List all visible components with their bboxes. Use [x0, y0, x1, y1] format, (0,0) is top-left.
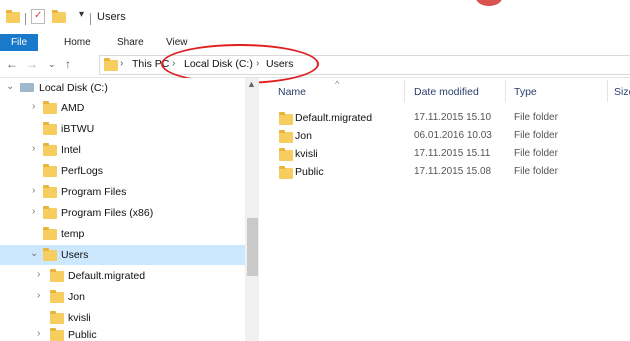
chevron-right-icon[interactable]: › [32, 143, 35, 154]
list-item[interactable]: Default.migrated 17.11.2015 15.10 File f… [276, 110, 630, 128]
column-divider[interactable] [607, 80, 608, 102]
sort-ascending-icon: ^ [335, 79, 340, 89]
folder-icon [43, 143, 57, 156]
column-divider[interactable] [404, 80, 405, 102]
item-type: File folder [514, 148, 558, 159]
navigation-pane: ⌄ Local Disk (C:) › AMD iBTWU › Intel Pe… [0, 78, 245, 341]
tree-scrollbar[interactable] [245, 78, 259, 341]
list-item[interactable]: Jon 06.01.2016 10.03 File folder [276, 128, 630, 146]
folder-icon [43, 185, 57, 198]
tree-item-ibtwu[interactable]: iBTWU [0, 119, 245, 139]
list-item[interactable]: kvisli 17.11.2015 15.11 File folder [276, 146, 630, 164]
chevron-right-icon[interactable]: › [32, 206, 35, 217]
chevron-right-icon[interactable]: › [37, 290, 40, 301]
tree-item-temp[interactable]: temp [0, 224, 245, 244]
item-date: 17.11.2015 15.10 [414, 112, 492, 123]
tree-item-local-disk[interactable]: ⌄ Local Disk (C:) [0, 78, 245, 98]
quick-access-dropdown-icon[interactable]: ▾ [79, 9, 84, 20]
folder-icon [279, 166, 293, 179]
tree-item-label: Intel [61, 144, 81, 156]
tree-item-intel[interactable]: › Intel [0, 140, 245, 160]
forward-arrow-icon[interactable]: → [26, 57, 38, 71]
column-header-date-modified[interactable]: Date modified [414, 86, 479, 98]
recent-locations-chevron-icon[interactable]: ⌄ [48, 59, 56, 70]
folder-icon [50, 269, 64, 282]
tab-share[interactable]: Share [117, 34, 144, 51]
tree-item-amd[interactable]: › AMD [0, 98, 245, 118]
chevron-right-icon[interactable]: › [32, 185, 35, 196]
item-name: Public [295, 166, 324, 178]
divider [90, 13, 91, 25]
chevron-down-icon[interactable]: ⌄ [30, 248, 38, 259]
column-header-name[interactable]: Name [278, 86, 306, 98]
folder-icon [50, 290, 64, 303]
chevron-right-icon[interactable]: › [37, 269, 40, 280]
tree-item-program-files[interactable]: › Program Files [0, 182, 245, 202]
folder-icon [50, 328, 64, 341]
scroll-up-icon[interactable]: ▲ [247, 79, 256, 89]
chevron-down-icon[interactable]: ⌄ [6, 81, 14, 92]
tree-item-users[interactable]: ⌄ Users [0, 245, 245, 265]
drive-icon [20, 83, 34, 92]
folder-icon [6, 10, 20, 23]
folder-icon [104, 58, 118, 71]
folder-icon [279, 148, 293, 161]
folder-icon [279, 112, 293, 125]
tree-item-label: Public [68, 329, 97, 341]
tree-item-label: AMD [61, 102, 85, 114]
folder-icon [43, 101, 57, 114]
divider [25, 13, 26, 25]
column-header-type[interactable]: Type [514, 86, 537, 98]
chevron-right-icon[interactable]: › [32, 101, 35, 112]
tree-item-default-migrated[interactable]: › Default.migrated [0, 266, 245, 286]
tree-item-label: iBTWU [61, 123, 95, 135]
item-type: File folder [514, 130, 558, 141]
tree-item-label: Users [61, 249, 89, 261]
tree-item-label: PerfLogs [61, 165, 104, 177]
item-type: File folder [514, 166, 558, 177]
folder-icon [43, 227, 57, 240]
ribbon-tabs: File Home Share View [0, 34, 630, 51]
tree-item-program-files-x86[interactable]: › Program Files (x86) [0, 203, 245, 223]
tree-item-jon[interactable]: › Jon [0, 287, 245, 307]
folder-icon [50, 311, 64, 324]
folder-icon [43, 206, 57, 219]
tree-item-label: Jon [68, 291, 85, 303]
item-name: Default.migrated [295, 112, 373, 124]
tree-item-public[interactable]: › Public [0, 325, 245, 341]
tree-item-label: Program Files (x86) [61, 207, 154, 219]
item-date: 17.11.2015 15.08 [414, 166, 492, 177]
scrollbar-thumb[interactable] [247, 218, 258, 276]
chevron-right-icon[interactable]: › [37, 328, 40, 339]
title-bar: ✓ ▾ Users [0, 0, 630, 34]
tab-file[interactable]: File [0, 34, 38, 51]
tab-view[interactable]: View [166, 34, 188, 51]
tree-item-label: Local Disk (C:) [39, 82, 108, 94]
tab-home[interactable]: Home [64, 34, 91, 51]
folder-icon [43, 164, 57, 177]
item-name: Jon [295, 130, 312, 142]
tree-item-perflogs[interactable]: PerfLogs [0, 161, 245, 181]
tree-item-label: Program Files [61, 186, 127, 198]
column-header-size[interactable]: Size [614, 86, 630, 98]
folder-icon [43, 248, 57, 261]
item-date: 17.11.2015 15.11 [414, 148, 491, 159]
properties-icon[interactable]: ✓ [31, 9, 45, 24]
window-title: Users [97, 11, 126, 23]
tree-item-label: temp [61, 228, 85, 240]
folder-icon [279, 130, 293, 143]
folder-icon [43, 122, 57, 135]
new-folder-icon[interactable] [52, 10, 66, 23]
up-arrow-icon[interactable]: ↑ [65, 57, 71, 71]
item-name: kvisli [295, 148, 318, 160]
tree-item-label: kvisli [68, 312, 91, 324]
item-type: File folder [514, 112, 558, 123]
column-divider[interactable] [505, 80, 506, 102]
tree-item-label: Default.migrated [68, 270, 146, 282]
item-date: 06.01.2016 10.03 [414, 130, 492, 141]
breadcrumb-separator-icon[interactable]: › [120, 58, 123, 69]
back-arrow-icon[interactable]: ← [6, 57, 18, 71]
list-item[interactable]: Public 17.11.2015 15.08 File folder [276, 164, 630, 182]
